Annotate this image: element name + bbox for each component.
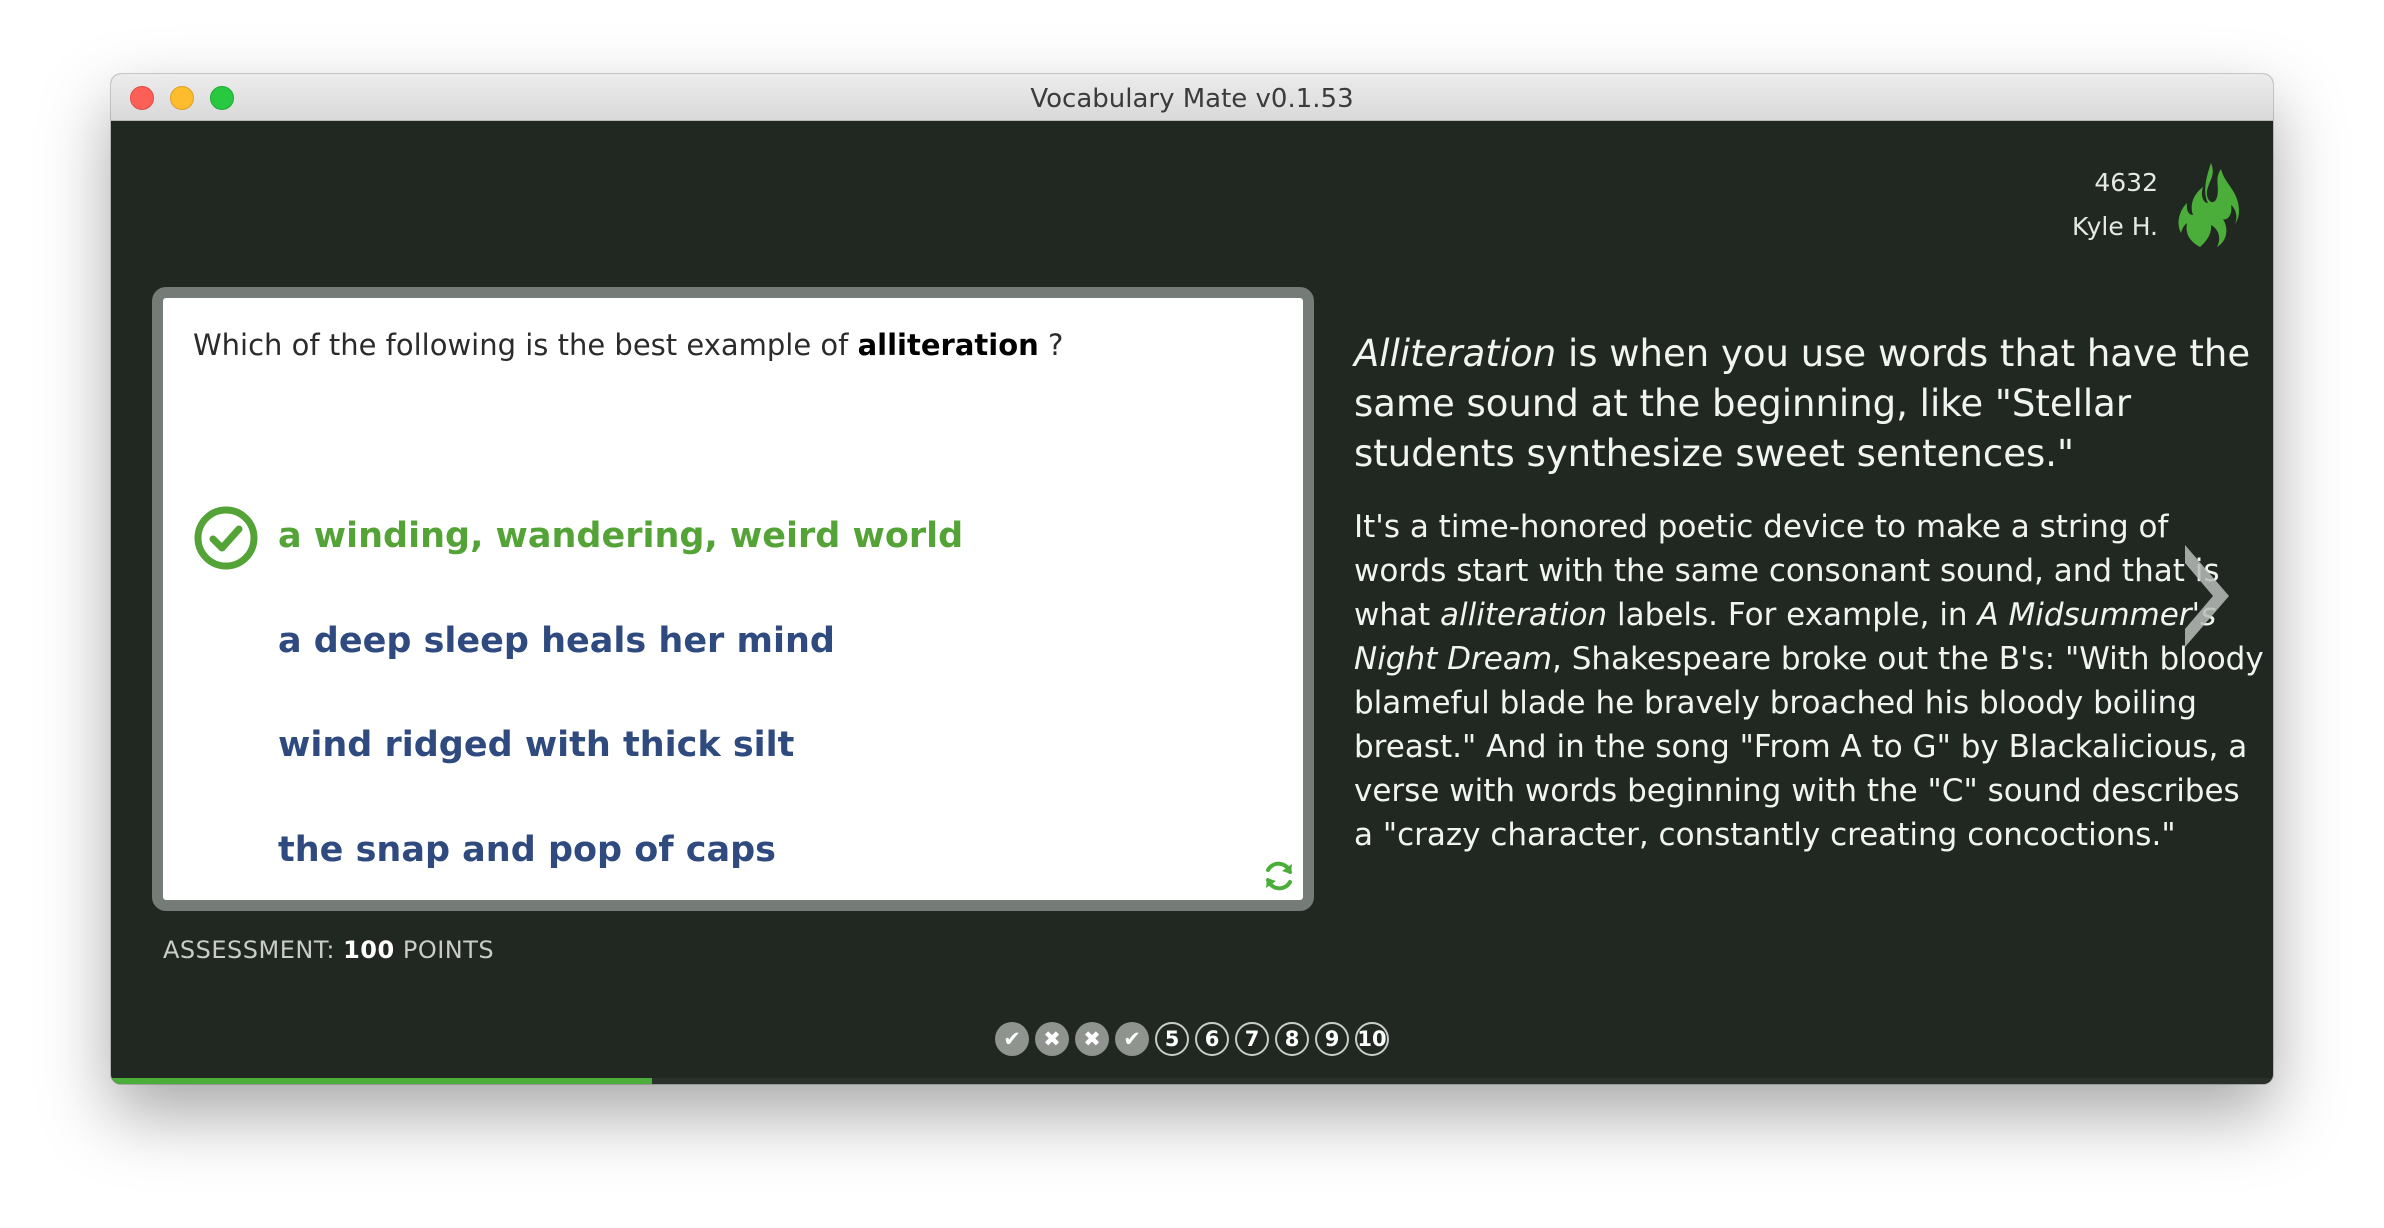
assessment-score: ASSESSMENT: 100 POINTS	[163, 936, 494, 964]
progress-step-3[interactable]: ✖	[1075, 1022, 1109, 1056]
check-circle-icon	[194, 506, 258, 570]
assessment-unit: POINTS	[402, 936, 495, 964]
progress-step-4[interactable]: ✔	[1115, 1022, 1149, 1056]
assessment-points: 100	[343, 936, 395, 964]
user-info: 4632 Kyle H.	[2072, 161, 2158, 249]
window-title: Vocabulary Mate v0.1.53	[1030, 84, 1354, 114]
progress-step-6[interactable]: 6	[1195, 1022, 1229, 1056]
question-term: alliteration	[857, 328, 1039, 362]
progress-step-10[interactable]: 10	[1355, 1022, 1389, 1056]
title-bar: Vocabulary Mate v0.1.53	[111, 74, 2273, 121]
explanation-body-term: alliteration	[1440, 597, 1608, 633]
progress-step-9[interactable]: 9	[1315, 1022, 1349, 1056]
answer-option-3[interactable]: wind ridged with thick silt	[278, 725, 794, 765]
progress-step-1[interactable]: ✔	[995, 1022, 1029, 1056]
progress-step-2[interactable]: ✖	[1035, 1022, 1069, 1056]
answer-option-2[interactable]: a deep sleep heals her mind	[278, 621, 835, 661]
question-progress: ✔ ✖ ✖ ✔ 5 6 7 8 9 10	[111, 1022, 2273, 1056]
question-card: Which of the following is the best examp…	[152, 287, 1314, 911]
user-name: Kyle H.	[2072, 212, 2158, 241]
app-window: Vocabulary Mate v0.1.53 4632 Kyle H. Whi…	[111, 74, 2273, 1084]
explanation-lead-term: Alliteration	[1354, 332, 1557, 375]
progress-bar-fill	[111, 1078, 652, 1084]
flame-icon	[2178, 163, 2239, 247]
question-suffix: ?	[1038, 328, 1064, 362]
question-text: Which of the following is the best examp…	[193, 328, 1063, 362]
next-arrow-icon[interactable]	[2181, 541, 2233, 651]
progress-step-5[interactable]: 5	[1155, 1022, 1189, 1056]
user-points: 4632	[2094, 168, 2158, 197]
question-prefix: Which of the following is the best examp…	[193, 328, 858, 362]
quiz-content: 4632 Kyle H. Which of the following is t…	[111, 121, 2273, 1084]
assessment-label: ASSESSMENT:	[163, 936, 335, 964]
explanation-body: It's a time-honored poetic device to mak…	[1354, 505, 2264, 857]
explanation-lead: Alliteration is when you use words that …	[1354, 329, 2264, 479]
progress-step-7[interactable]: 7	[1235, 1022, 1269, 1056]
explanation-panel: Alliteration is when you use words that …	[1354, 329, 2264, 857]
explanation-body-part2: labels. For example, in	[1607, 597, 1978, 633]
answer-option-1[interactable]: a winding, wandering, weird world	[278, 516, 963, 556]
refresh-icon[interactable]	[1261, 858, 1297, 894]
progress-bar	[111, 1078, 2273, 1084]
answer-option-4[interactable]: the snap and pop of caps	[278, 830, 776, 870]
progress-step-8[interactable]: 8	[1275, 1022, 1309, 1056]
